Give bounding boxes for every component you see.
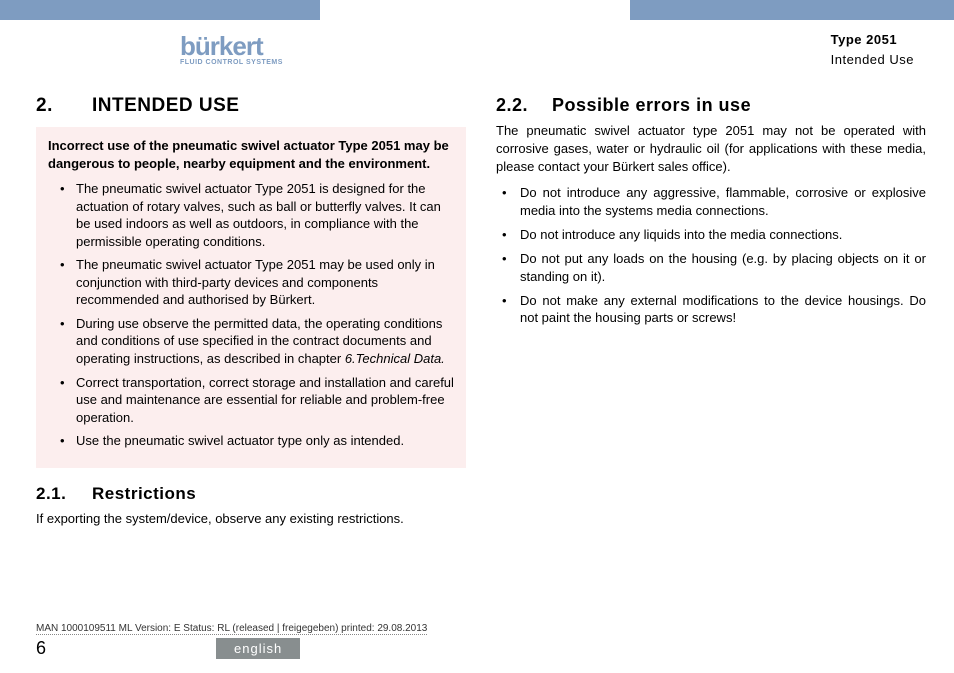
- warning-list: The pneumatic swivel actuator Type 2051 …: [48, 180, 454, 450]
- brand-logo: bürkert FLUID CONTROL SYSTEMS: [180, 33, 283, 66]
- subsection-heading: 2.2.Possible errors in use: [496, 95, 926, 116]
- right-column: 2.2.Possible errors in use The pneumatic…: [496, 89, 926, 536]
- body-paragraph: The pneumatic swivel actuator type 2051 …: [496, 122, 926, 176]
- subsection-number: 2.1.: [36, 484, 92, 504]
- list-item: Use the pneumatic swivel actuator type o…: [64, 432, 454, 450]
- section-name: Intended Use: [831, 50, 914, 70]
- subsection-heading: 2.1.Restrictions: [36, 484, 466, 504]
- list-item: Do not put any loads on the housing (e.g…: [506, 250, 926, 286]
- section-number: 2.: [36, 95, 92, 117]
- list-item: Do not introduce any liquids into the me…: [506, 226, 926, 244]
- bar-segment: [320, 0, 630, 20]
- header-meta: Type 2051 Intended Use: [661, 30, 914, 69]
- subsection-heading-text: Possible errors in use: [552, 95, 751, 115]
- body-paragraph: If exporting the system/device, observe …: [36, 510, 466, 528]
- top-color-bar: [0, 0, 954, 20]
- footer-meta: MAN 1000109511 ML Version: E Status: RL …: [36, 623, 427, 634]
- bar-segment: [630, 0, 954, 20]
- error-list: Do not introduce any aggressive, flammab…: [496, 184, 926, 328]
- language-badge: english: [216, 638, 300, 659]
- list-item: Correct transportation, correct storage …: [64, 374, 454, 427]
- subsection-heading-text: Restrictions: [92, 484, 196, 503]
- page-header: bürkert FLUID CONTROL SYSTEMS Type 2051 …: [0, 20, 954, 79]
- warning-lead: Incorrect use of the pneumatic swivel ac…: [48, 137, 454, 172]
- section-heading-text: INTENDED USE: [92, 95, 239, 116]
- warning-box: Incorrect use of the pneumatic swivel ac…: [36, 127, 466, 468]
- product-type: Type 2051: [831, 30, 914, 50]
- content-columns: 2.INTENDED USE Incorrect use of the pneu…: [0, 79, 954, 536]
- bar-segment: [0, 0, 320, 20]
- list-item: Do not introduce any aggressive, flammab…: [506, 184, 926, 220]
- list-item: Do not make any external modifications t…: [506, 292, 926, 328]
- list-item: During use observe the permitted data, t…: [64, 315, 454, 368]
- document-page: bürkert FLUID CONTROL SYSTEMS Type 2051 …: [0, 0, 954, 673]
- left-column: 2.INTENDED USE Incorrect use of the pneu…: [36, 89, 466, 536]
- footer-row: 6 english: [36, 638, 918, 659]
- list-item: The pneumatic swivel actuator Type 2051 …: [64, 180, 454, 250]
- list-item: The pneumatic swivel actuator Type 2051 …: [64, 256, 454, 309]
- logo-text: bürkert: [180, 33, 283, 59]
- page-number: 6: [36, 638, 216, 659]
- subsection-number: 2.2.: [496, 95, 552, 116]
- page-footer: MAN 1000109511 ML Version: E Status: RL …: [36, 618, 918, 659]
- section-heading: 2.INTENDED USE: [36, 95, 466, 117]
